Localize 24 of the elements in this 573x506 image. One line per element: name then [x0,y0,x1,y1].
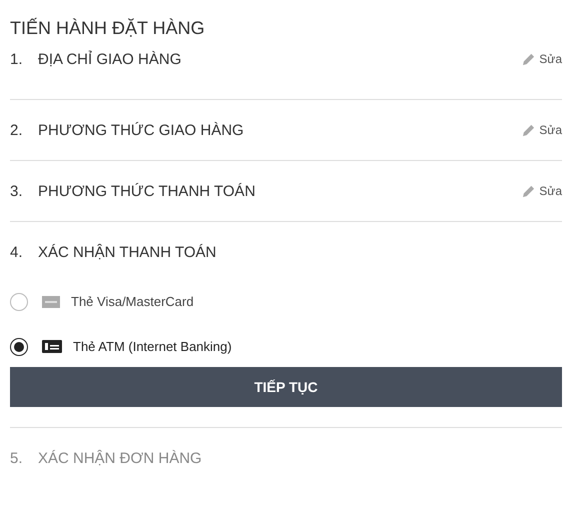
card-icon [42,296,60,308]
pencil-icon [522,124,536,136]
step-number: 5. [10,450,24,466]
step-number: 4. [10,244,24,260]
radio-button[interactable] [10,292,28,310]
edit-link[interactable]: Sửa [522,52,562,66]
money-card-icon [42,340,62,353]
step-title: PHƯƠNG THỨC GIAO HÀNG [38,122,245,138]
step-title: XÁC NHẬN THANH TOÁN [38,244,218,260]
step-title: PHƯƠNG THỨC THANH TOÁN [38,182,256,200]
page-title: TIẾN HÀNH ĐẶT HÀNG [10,18,206,39]
step-title: XÁC NHẬN ĐƠN HÀNG [38,450,203,466]
step-number: 2. [10,122,24,138]
radio-button[interactable] [10,338,28,356]
payment-option-label: Thẻ ATM (Internet Banking) [73,339,232,354]
step-number: 3. [10,182,24,200]
edit-link[interactable]: Sửa [522,184,562,198]
step-title: ĐỊA CHỈ GIAO HÀNG [38,50,182,68]
continue-button[interactable]: TIẾP TỤC [10,367,562,407]
pencil-icon [522,184,536,198]
edit-link[interactable]: Sửa [522,123,562,137]
pencil-icon [522,52,536,66]
payment-option-label: Thẻ Visa/MasterCard [71,294,194,309]
step-number: 1. [10,50,24,68]
